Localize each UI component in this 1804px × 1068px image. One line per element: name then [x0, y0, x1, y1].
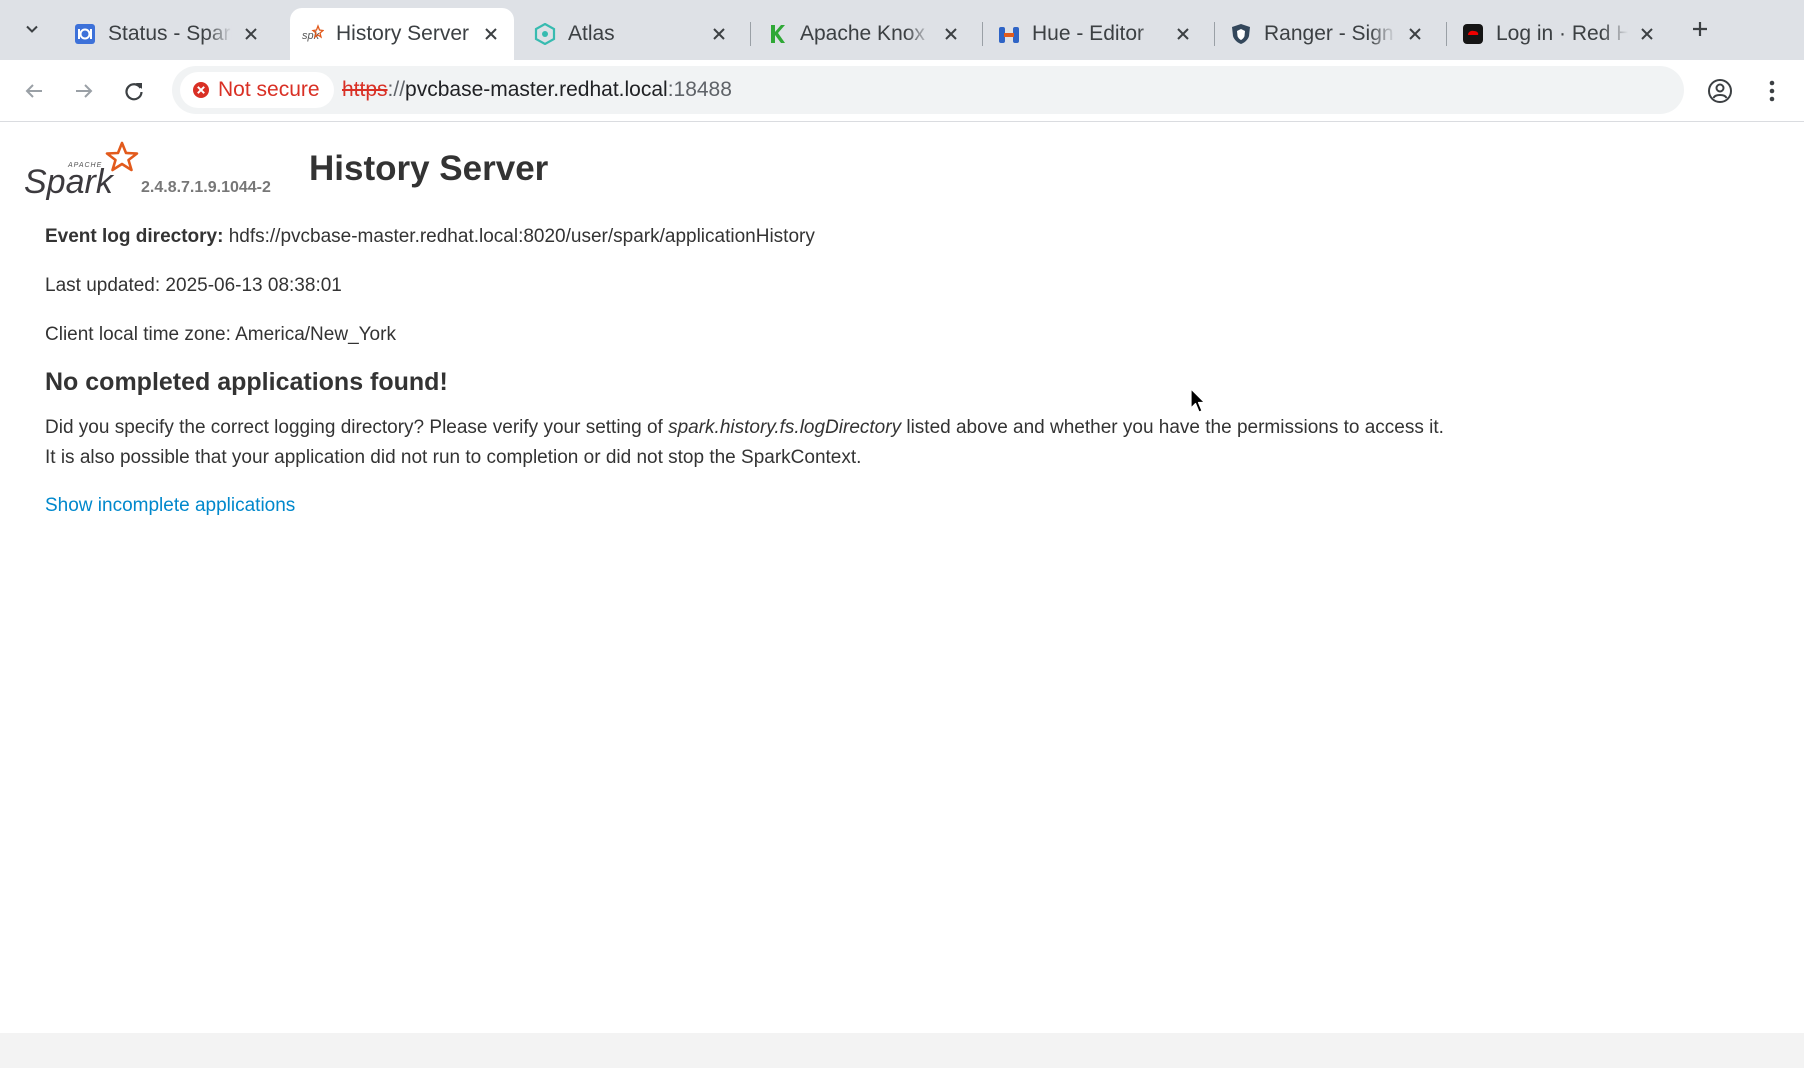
tab-separator — [750, 22, 751, 46]
tab-search-button[interactable] — [14, 12, 50, 46]
close-icon[interactable] — [1636, 23, 1658, 45]
close-icon[interactable] — [708, 23, 730, 45]
event-log-directory: Event log directory: hdfs://pvcbase-mast… — [45, 226, 815, 248]
grafana-icon — [74, 23, 96, 45]
show-incomplete-link[interactable]: Show incomplete applications — [45, 495, 295, 517]
tab-separator — [982, 22, 983, 46]
tab-history-server[interactable]: spk History Server — [290, 8, 514, 60]
client-timezone: Client local time zone: America/New_York — [45, 324, 396, 345]
account-icon — [1708, 79, 1732, 103]
arrow-left-icon — [25, 84, 42, 98]
tab-apache-knox[interactable]: Apache Knox — [754, 8, 974, 60]
help-line-2: It is also possible that your applicatio… — [45, 447, 862, 468]
help-paragraph: Did you specify the correct logging dire… — [45, 413, 1444, 473]
tab-strip: Status - Spark spk History Server Atlas … — [0, 0, 1804, 60]
mouse-cursor-icon — [1190, 388, 1206, 413]
page-title: History Server — [309, 149, 549, 188]
tab-title: Apache Knox — [800, 22, 925, 45]
tab-status-spark[interactable]: Status - Spark — [62, 8, 274, 60]
arrow-right-icon — [76, 84, 93, 98]
back-button[interactable] — [16, 73, 52, 109]
profile-button[interactable] — [1702, 73, 1738, 109]
reload-button[interactable] — [116, 73, 152, 109]
page-content: APACHE Spark 2.4.8.7.1.9.1044-2 History … — [0, 123, 1804, 1033]
event-log-value: hdfs://pvcbase-master.redhat.local:8020/… — [228, 226, 815, 247]
close-icon[interactable] — [1172, 23, 1194, 45]
close-icon[interactable] — [1404, 23, 1426, 45]
tab-atlas[interactable]: Atlas — [522, 8, 742, 60]
config-key: spark.history.fs.logDirectory — [668, 417, 902, 438]
tab-separator — [1214, 22, 1215, 46]
more-vert-icon — [1769, 80, 1775, 102]
close-icon[interactable] — [940, 23, 962, 45]
redhat-icon — [1462, 23, 1484, 45]
reload-icon — [125, 83, 143, 101]
tab-title: Hue - Editor — [1032, 22, 1145, 45]
close-icon[interactable] — [240, 23, 262, 45]
tab-redhat-login[interactable]: Log in · Red H — [1450, 8, 1670, 60]
spark-logo[interactable]: APACHE Spark — [24, 141, 144, 201]
no-apps-heading: No completed applications found! — [45, 368, 448, 396]
help-text: Did you specify the correct logging dire… — [45, 417, 669, 438]
hue-icon — [998, 23, 1020, 45]
browser-toolbar: Not secure https://pvcbase-master.redhat… — [0, 60, 1804, 122]
tab-title: Log in · Red H — [1496, 22, 1628, 45]
plus-icon — [1693, 22, 1707, 36]
new-tab-button[interactable] — [1682, 12, 1718, 46]
url-text[interactable]: https://pvcbase-master.redhat.local:1848… — [342, 78, 732, 102]
help-line-1: Did you specify the correct logging dire… — [45, 413, 1444, 443]
tab-ranger[interactable]: Ranger - Sign — [1218, 8, 1438, 60]
chevron-down-icon — [26, 25, 38, 33]
close-icon[interactable] — [480, 23, 502, 45]
url-host: pvcbase-master.redhat.local — [405, 78, 668, 101]
tab-title: Status - Spark — [108, 22, 232, 45]
event-log-label: Event log directory: — [45, 226, 224, 247]
help-text: listed above and whether you have the pe… — [901, 417, 1444, 438]
address-bar[interactable]: Not secure https://pvcbase-master.redhat… — [172, 66, 1684, 114]
site-info-chip[interactable]: Not secure — [180, 72, 334, 108]
url-separator: :// — [387, 78, 406, 101]
tab-title: History Server — [336, 22, 470, 45]
ranger-icon — [1230, 23, 1252, 45]
tab-title: Atlas — [568, 22, 615, 45]
last-updated: Last updated: 2025-06-13 08:38:01 — [45, 275, 342, 296]
url-scheme: https — [342, 78, 388, 101]
tab-separator — [1446, 22, 1447, 46]
window-bottom-edge — [0, 1033, 1804, 1068]
url-port: :18488 — [667, 78, 732, 101]
not-secure-label: Not secure — [218, 78, 320, 101]
atlas-icon — [534, 23, 556, 45]
spark-wordmark: Spark — [24, 163, 115, 201]
forward-button[interactable] — [66, 73, 102, 109]
error-icon — [193, 82, 209, 98]
tab-hue-editor[interactable]: Hue - Editor — [986, 8, 1206, 60]
knox-icon — [766, 23, 788, 45]
browser-menu-button[interactable] — [1754, 73, 1790, 109]
spark-version: 2.4.8.7.1.9.1044-2 — [141, 179, 271, 196]
tab-title: Ranger - Sign — [1264, 22, 1394, 45]
spark-icon: spk — [302, 23, 324, 45]
